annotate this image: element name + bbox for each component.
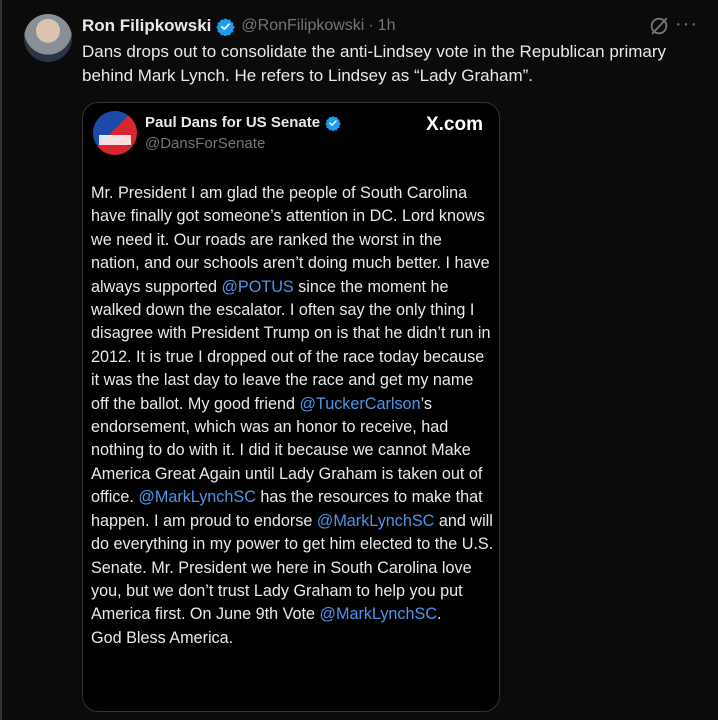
post-text: Dans drops out to consolidate the anti-L…: [82, 42, 667, 85]
quoted-verified-badge-icon: [325, 115, 341, 131]
mention-link[interactable]: @TuckerCarlson: [299, 395, 420, 413]
post-time[interactable]: 1h: [378, 17, 396, 35]
x-logo: X.com: [425, 114, 483, 135]
author-avatar[interactable]: [24, 14, 72, 62]
quoted-author-avatar[interactable]: [93, 111, 137, 155]
quoted-author-handle[interactable]: @DansForSenate: [145, 135, 265, 152]
mention-link[interactable]: @MarkLynchSC: [138, 488, 256, 506]
quoted-post-card[interactable]: Paul Dans for US Senate @DansForSenate X…: [82, 102, 500, 712]
quoted-post-text: Mr. President I am glad the people of So…: [91, 182, 495, 650]
mention-link[interactable]: @MarkLynchSC: [320, 605, 438, 623]
post: Ron Filipkowski @RonFilipkowski · 1h ···…: [0, 0, 718, 720]
author-handle[interactable]: @RonFilipkowski: [241, 17, 364, 35]
left-divider: [0, 0, 2, 720]
quoted-header: Paul Dans for US Senate: [145, 114, 341, 131]
mention-link[interactable]: @POTUS: [221, 278, 293, 296]
separator: ·: [368, 17, 374, 34]
grok-icon[interactable]: [648, 15, 670, 37]
verified-badge-icon: [216, 17, 236, 36]
post-header: Ron Filipkowski @RonFilipkowski · 1h: [82, 14, 395, 38]
quoted-author-name[interactable]: Paul Dans for US Senate: [145, 114, 320, 131]
more-options-icon[interactable]: ···: [675, 12, 698, 36]
mention-link[interactable]: @MarkLynchSC: [317, 512, 435, 530]
post-text-segment: since the moment he walked down the esca…: [91, 277, 491, 413]
author-name[interactable]: Ron Filipkowski: [82, 16, 211, 36]
